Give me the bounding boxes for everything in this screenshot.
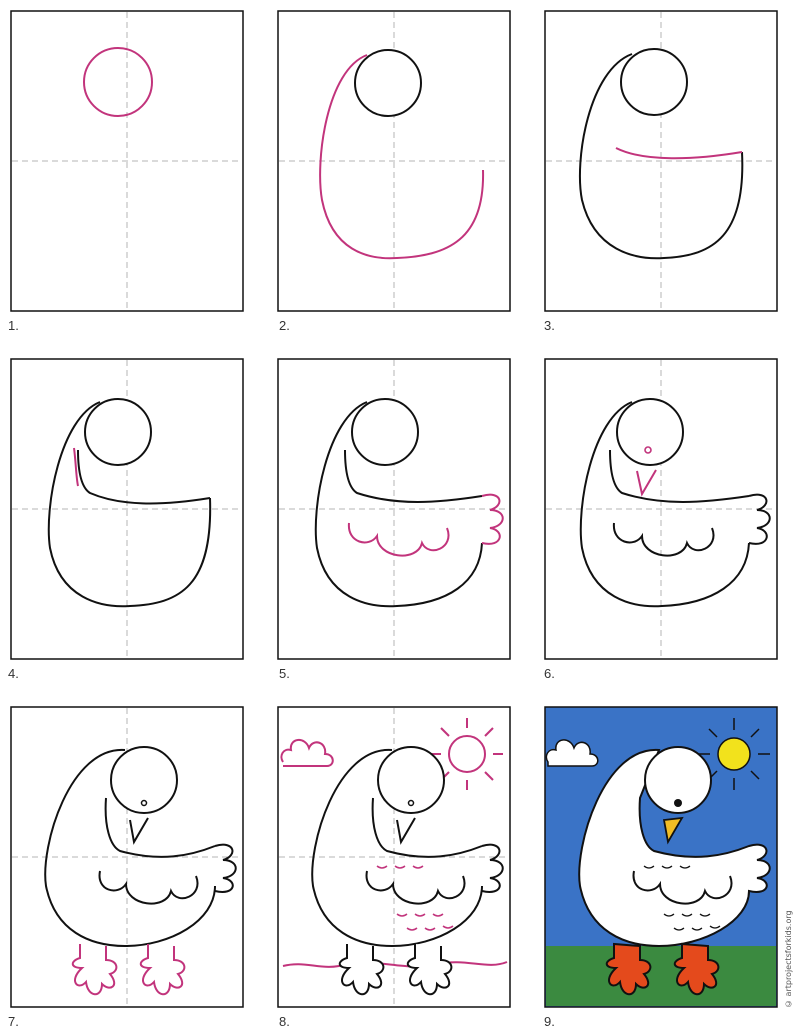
watermark-text: © artprojectsforkids.org (784, 910, 793, 1008)
step-2-label: 2. (279, 318, 290, 333)
step-9-colored-drawing (544, 706, 778, 1008)
step-2-drawing (277, 10, 511, 312)
step-4-drawing (10, 358, 244, 660)
step-5-panel (277, 358, 511, 660)
step-4-panel (10, 358, 244, 660)
step-1-drawing (10, 10, 244, 312)
step-9-label: 9. (544, 1014, 555, 1029)
step-8-label: 8. (279, 1014, 290, 1029)
step-8-drawing (277, 706, 511, 1008)
step-2-panel (277, 10, 511, 312)
step-3-panel (544, 10, 778, 312)
step-4-label: 4. (8, 666, 19, 681)
step-6-panel (544, 358, 778, 660)
step-7-drawing (10, 706, 244, 1008)
tutorial-sheet: 1. 2. 3. 4. 5. 6. 7. 8. 9. © artprojects… (0, 0, 800, 1032)
step-7-label: 7. (8, 1014, 19, 1029)
step-1-panel (10, 10, 244, 312)
step-6-drawing (544, 358, 778, 660)
step-3-drawing (544, 10, 778, 312)
step-6-label: 6. (544, 666, 555, 681)
step-5-label: 5. (279, 666, 290, 681)
step-9-panel (544, 706, 778, 1008)
step-7-panel (10, 706, 244, 1008)
step-8-panel (277, 706, 511, 1008)
step-3-label: 3. (544, 318, 555, 333)
step-1-label: 1. (8, 318, 19, 333)
step-5-drawing (277, 358, 511, 660)
